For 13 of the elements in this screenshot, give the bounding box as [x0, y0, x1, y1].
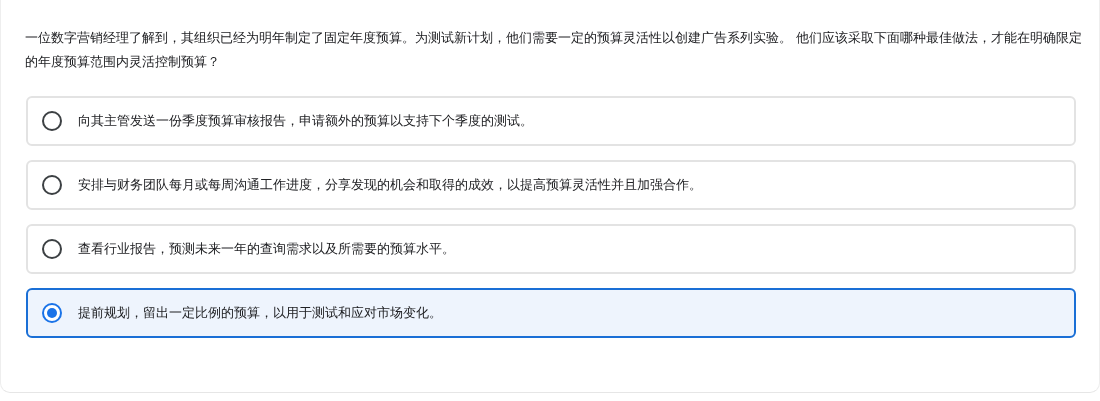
option-label: 向其主管发送一份季度预算审核报告，申请额外的预算以支持下个季度的测试。: [78, 112, 533, 130]
question-text: 一位数字营销经理了解到，其组织已经为明年制定了固定年度预算。为测试新计划，他们需要一定的预算灵活性以创建广告系列实验。 他们应该采取下面哪种最佳做法，才能在明确限定的年度预算范围内灵活控制预算？: [25, 29, 1084, 71]
option-label: 查看行业报告，预测未来一年的查询需求以及所需要的预算水平。: [78, 240, 455, 258]
option-label: 提前规划，留出一定比例的预算，以用于测试和应对市场变化。: [78, 304, 442, 322]
radio-button[interactable]: [42, 239, 62, 259]
option-label: 安排与财务团队每月或每周沟通工作进度，分享发现的机会和取得的成效，以提高预算灵活性并且加强合作。: [78, 176, 702, 194]
radio-button[interactable]: [42, 175, 62, 195]
answer-option[interactable]: 提前规划，留出一定比例的预算，以用于测试和应对市场变化。: [26, 288, 1076, 338]
answer-option[interactable]: 安排与财务团队每月或每周沟通工作进度，分享发现的机会和取得的成效，以提高预算灵活性并且加强合作。: [26, 160, 1076, 210]
answer-option[interactable]: 向其主管发送一份季度预算审核报告，申请额外的预算以支持下个季度的测试。: [26, 96, 1076, 146]
answer-option[interactable]: 查看行业报告，预测未来一年的查询需求以及所需要的预算水平。: [26, 224, 1076, 274]
radio-button[interactable]: [42, 111, 62, 131]
radio-button[interactable]: [42, 303, 62, 323]
